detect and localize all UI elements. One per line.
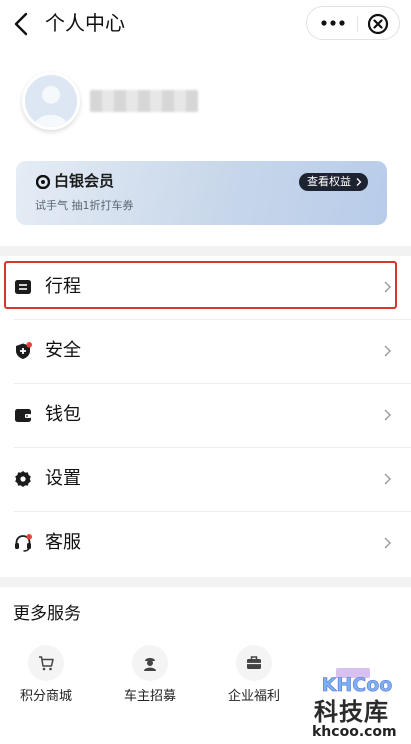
username-blurred xyxy=(90,90,198,112)
menu-item-customer-service[interactable]: 客服 xyxy=(0,512,411,576)
khcoo-logo: KHCoo xyxy=(321,668,393,696)
menu-item-label: 设置 xyxy=(45,468,81,489)
chevron-left-icon[interactable] xyxy=(10,10,34,38)
service-points-mall[interactable]: 积分商城 xyxy=(1,645,91,715)
service-label: 车主招募 xyxy=(123,689,176,704)
shield-plus-icon xyxy=(16,342,32,359)
profile-section: 白银会员 试手气 抽1折打车券 查看权益 xyxy=(0,50,411,246)
headset-icon xyxy=(15,534,32,552)
watermark: KHCoo 科技库 khcoo.com xyxy=(308,662,408,742)
gear-icon xyxy=(15,471,31,487)
svg-text:KHCoo: KHCoo xyxy=(322,674,393,696)
chevron-right-icon xyxy=(384,473,391,485)
watermark-name: 科技库 xyxy=(314,698,389,726)
member-subtitle: 试手气 抽1折打车券 xyxy=(35,199,134,212)
member-card[interactable]: 白银会员 试手气 抽1折打车券 查看权益 xyxy=(16,161,387,225)
service-driver-recruit[interactable]: 车主招募 xyxy=(105,645,195,715)
service-label: 企业福利 xyxy=(227,689,280,704)
service-icon-circle xyxy=(132,645,168,681)
member-level: 白银会员 xyxy=(54,172,115,190)
chevron-right-icon xyxy=(384,345,391,357)
highlight-box xyxy=(4,261,397,309)
watermark-url: khcoo.com xyxy=(312,724,397,740)
cart-icon xyxy=(39,656,54,671)
top-bar: 个人中心 xyxy=(0,0,411,50)
service-enterprise-benefits[interactable]: 企业福利 xyxy=(209,645,299,715)
chevron-right-icon xyxy=(384,409,391,421)
menu-item-label: 钱包 xyxy=(45,404,81,425)
service-icon-circle xyxy=(236,645,272,681)
page-title: 个人中心 xyxy=(45,11,125,35)
menu-item-settings[interactable]: 设置 xyxy=(0,448,411,512)
view-rights-button[interactable]: 查看权益 xyxy=(299,173,368,191)
avatar[interactable] xyxy=(22,72,80,130)
silver-badge-icon xyxy=(36,175,50,189)
briefcase-icon xyxy=(247,656,261,669)
menu-item-safety[interactable]: 安全 xyxy=(0,320,411,384)
view-rights-label: 查看权益 xyxy=(307,175,351,188)
menu-item-wallet[interactable]: 钱包 xyxy=(0,384,411,448)
section-title: 更多服务 xyxy=(13,604,81,624)
default-avatar-icon xyxy=(25,75,77,127)
service-icon-circle xyxy=(28,645,64,681)
capsule-divider xyxy=(357,16,358,32)
wallet-icon xyxy=(15,409,31,422)
chevron-right-icon xyxy=(356,178,362,186)
mini-program-capsule xyxy=(306,6,400,40)
menu-item-label: 客服 xyxy=(45,532,81,553)
personal-center-page: 个人中心 白银会员 试手气 抽1折打车券 查看权益 行程 安全 钱包 设置 客服… xyxy=(0,0,411,744)
driver-icon xyxy=(144,658,156,671)
more-dots-icon[interactable] xyxy=(320,16,346,30)
close-circle-icon[interactable] xyxy=(367,13,389,35)
chevron-right-icon xyxy=(384,537,391,549)
menu-item-label: 安全 xyxy=(45,340,81,361)
service-label: 积分商城 xyxy=(19,689,72,704)
